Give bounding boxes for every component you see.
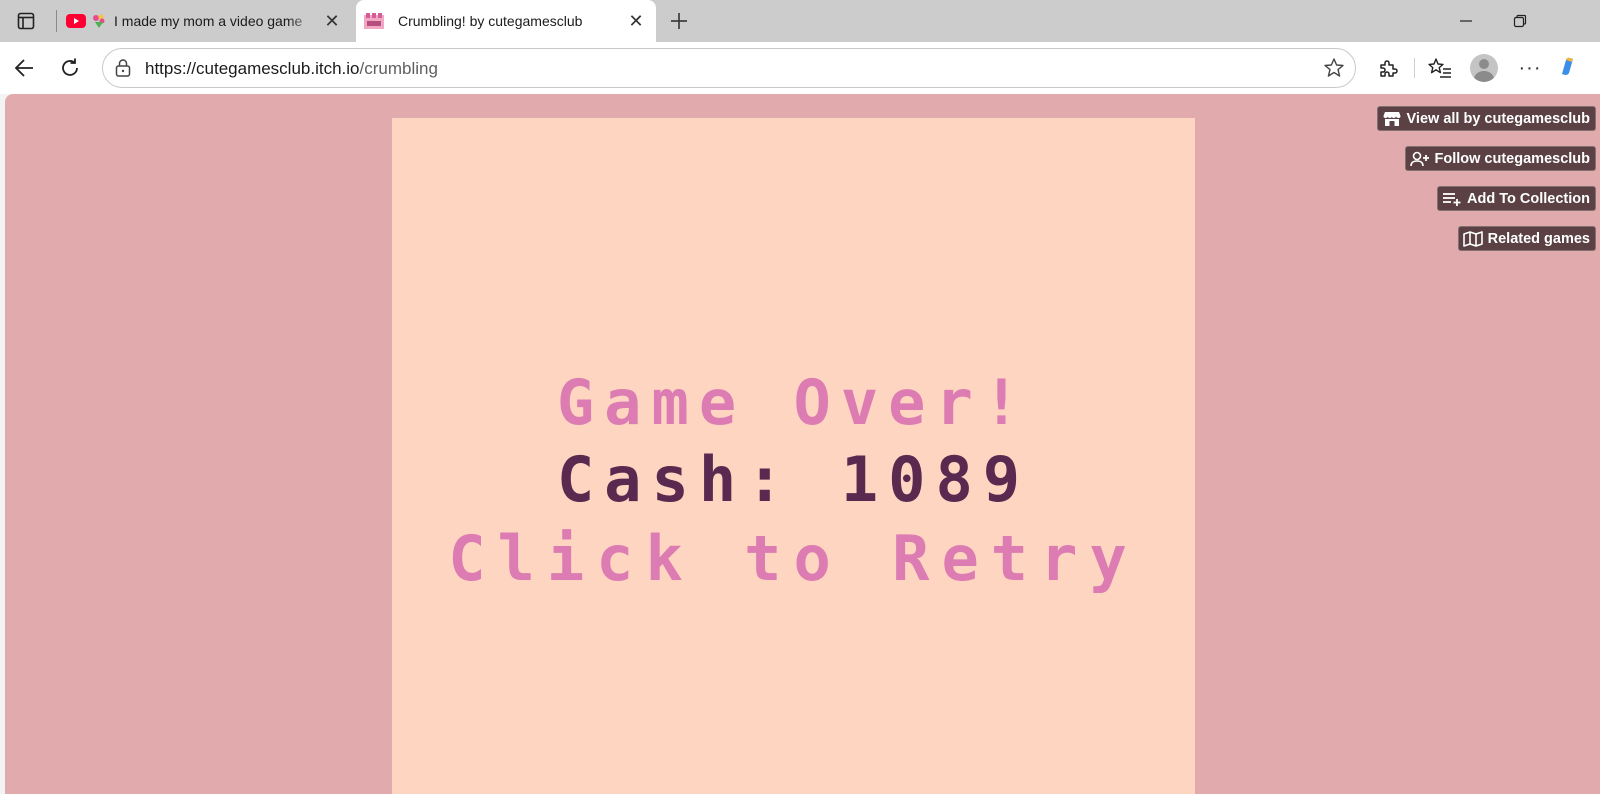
itch-game-icon [364, 13, 386, 29]
game-canvas[interactable]: Game Over! Cash: 1089 Click to Retry [392, 118, 1195, 794]
view-all-button[interactable]: View all by cutegamesclub [1376, 106, 1596, 131]
bouquet-emoji-icon [92, 13, 108, 29]
retry-prompt[interactable]: Click to Retry [392, 522, 1195, 595]
new-tab-button[interactable] [664, 6, 694, 36]
tab-crumbling[interactable]: Crumbling! by cutegamesclub ✕ [356, 0, 656, 42]
related-games-button[interactable]: Related games [1457, 226, 1596, 251]
plus-icon [671, 13, 687, 29]
tab-actions-icon [17, 12, 35, 30]
restore-button[interactable] [1506, 8, 1534, 34]
youtube-icon [66, 13, 88, 29]
follow-label: Follow cutegamesclub [1434, 150, 1591, 167]
view-all-label: View all by cutegamesclub [1406, 110, 1590, 127]
tab-actions-button[interactable] [10, 6, 42, 36]
refresh-button[interactable] [54, 52, 86, 84]
add-user-icon [1409, 150, 1430, 168]
close-tab-icon[interactable]: ✕ [622, 7, 650, 35]
tab-youtube[interactable]: I made my mom a video game ✕ [60, 0, 352, 42]
lock-icon[interactable] [113, 58, 133, 78]
restore-icon [1513, 14, 1527, 28]
url-host: https://cutegamesclub.itch.io [145, 59, 360, 78]
url-path: /crumbling [359, 59, 438, 78]
tab-title: Crumbling! by cutegamesclub [398, 13, 583, 29]
refresh-icon [62, 58, 78, 76]
tab-strip: I made my mom a video game ✕ Crumbling! … [0, 0, 1600, 42]
back-arrow-icon [14, 59, 33, 77]
url-text[interactable]: https://cutegamesclub.itch.io/crumbling [145, 59, 438, 79]
favorites-button[interactable] [1424, 52, 1456, 84]
puzzle-icon [1380, 60, 1398, 77]
follow-button[interactable]: Follow cutegamesclub [1404, 146, 1596, 171]
cash-readout: Cash: 1089 [556, 443, 1031, 516]
browser-toolbar: https://cutegamesclub.itch.io/crumbling … [0, 42, 1600, 94]
back-button[interactable] [8, 52, 40, 84]
map-icon [1462, 230, 1483, 248]
copilot-icon[interactable] [1560, 56, 1574, 76]
playlist-add-icon [1442, 190, 1462, 208]
game-over-title: Game Over! [556, 366, 1031, 439]
favorites-list-icon [1428, 58, 1451, 78]
favorite-star-icon[interactable] [1323, 57, 1345, 79]
related-label: Related games [1487, 230, 1590, 247]
minimize-icon [1460, 20, 1472, 22]
itch-game-page: Game Over! Cash: 1089 Click to Retry Vie… [5, 94, 1600, 794]
minimize-button[interactable] [1452, 8, 1480, 34]
extensions-button[interactable] [1372, 52, 1404, 84]
profile-avatar[interactable] [1470, 54, 1498, 82]
more-menu-button[interactable]: ··· [1516, 54, 1544, 82]
add-to-collection-button[interactable]: Add To Collection [1437, 186, 1596, 211]
tab-divider [56, 10, 57, 32]
toolbar-separator [1414, 58, 1415, 78]
address-bar[interactable]: https://cutegamesclub.itch.io/crumbling [102, 48, 1356, 88]
close-tab-icon[interactable]: ✕ [318, 7, 346, 35]
storefront-icon [1382, 110, 1402, 128]
ellipsis-icon: ··· [1518, 56, 1542, 79]
collection-label: Add To Collection [1467, 190, 1590, 207]
tab-title: I made my mom a video game [114, 13, 303, 29]
